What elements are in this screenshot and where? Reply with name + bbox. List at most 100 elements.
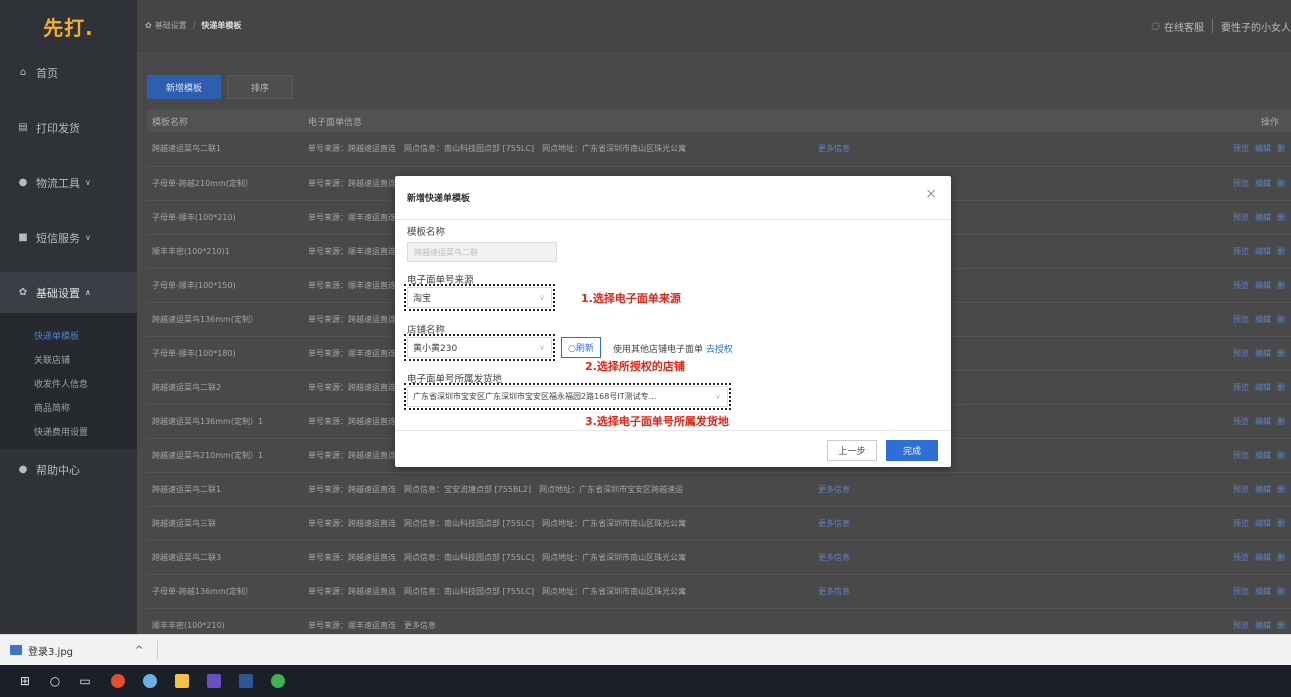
delete-link[interactable]: 删	[1277, 519, 1285, 528]
breadcrumb-current: 快递单模板	[201, 21, 242, 30]
template-name-cell: 跨越速运菜鸟210mm(定制）1	[147, 438, 303, 473]
delete-link[interactable]: 删	[1277, 281, 1285, 290]
sidebar-subitem-shops[interactable]: 关联店铺	[0, 347, 137, 371]
template-info-cell: 单号来源：跨越速运直连 网点信息：南山科技园点部 [755LC] 网点地址：广东…	[303, 540, 813, 575]
edit-link[interactable]: 编辑	[1255, 383, 1271, 392]
more-info-link[interactable]: 更多信息	[818, 587, 850, 596]
download-chevron[interactable]: ^	[135, 645, 143, 656]
delete-link[interactable]: 删	[1277, 213, 1285, 222]
edit-link[interactable]: 编辑	[1255, 144, 1271, 153]
more-info-link[interactable]: 更多信息	[818, 519, 850, 528]
preview-link[interactable]: 预览	[1233, 383, 1249, 392]
sidebar-item-sms[interactable]: ■ 短信服务 ∨	[0, 217, 137, 258]
edit-link[interactable]: 编辑	[1255, 485, 1271, 494]
operations-cell: 预览 编辑删	[1221, 574, 1291, 609]
edit-link[interactable]: 编辑	[1255, 417, 1271, 426]
edit-link[interactable]: 编辑	[1255, 587, 1271, 596]
edit-link[interactable]: 编辑	[1255, 519, 1271, 528]
preview-link[interactable]: 预览	[1233, 247, 1249, 256]
sidebar-item-help[interactable]: ● 帮助中心	[0, 449, 137, 490]
preview-link[interactable]: 预览	[1233, 315, 1249, 324]
sidebar-subitem-contacts[interactable]: 收发件人信息	[0, 371, 137, 395]
template-name-cell: 子母单-跨越210mm(定制）	[147, 166, 303, 201]
more-info-link[interactable]: 更多信息	[818, 144, 850, 153]
edit-link[interactable]: 编辑	[1255, 315, 1271, 324]
edit-link[interactable]: 编辑	[1255, 553, 1271, 562]
edit-link[interactable]: 编辑	[1255, 179, 1271, 188]
windows-start-icon[interactable]: ⊞	[12, 668, 38, 694]
delete-link[interactable]: 删	[1277, 621, 1285, 630]
delete-link[interactable]: 删	[1277, 417, 1285, 426]
operations-cell: 预览 编辑删	[1221, 472, 1291, 507]
sort-button[interactable]: 排序	[227, 75, 293, 99]
sidebar-item-print[interactable]: ▤ 打印发货	[0, 107, 137, 148]
edit-link[interactable]: 编辑	[1255, 281, 1271, 290]
edit-link[interactable]: 编辑	[1255, 451, 1271, 460]
sidebar-subitem-shipping-fees[interactable]: 快递费用设置	[0, 419, 137, 443]
more-info-link[interactable]: 更多信息	[818, 485, 850, 494]
close-icon[interactable]: ×	[925, 186, 937, 202]
task-view-icon[interactable]: ▭	[72, 668, 98, 694]
operations-cell: 预览 编辑删	[1221, 234, 1291, 269]
axure-icon[interactable]	[207, 674, 221, 688]
refresh-button[interactable]: ○刷新	[561, 337, 601, 358]
new-template-button[interactable]: 新增模板	[147, 75, 221, 99]
preview-link[interactable]: 预览	[1233, 349, 1249, 358]
preview-link[interactable]: 预览	[1233, 281, 1249, 290]
user-name[interactable]: 要性子的小女人	[1221, 19, 1291, 34]
edit-link[interactable]: 编辑	[1255, 213, 1271, 222]
wechat-icon[interactable]	[271, 674, 285, 688]
sidebar-item-home[interactable]: ⌂ 首页	[0, 52, 137, 93]
prev-step-button[interactable]: 上一步	[827, 440, 877, 461]
preview-link[interactable]: 预览	[1233, 519, 1249, 528]
preview-link[interactable]: 预览	[1233, 553, 1249, 562]
done-button[interactable]: 完成	[886, 440, 938, 461]
authorize-link[interactable]: 去授权	[706, 345, 733, 355]
preview-link[interactable]: 预览	[1233, 485, 1249, 494]
template-name-cell: 子母单-跨越136mm(定制）	[147, 574, 303, 609]
sidebar-item-logistics[interactable]: ● 物流工具 ∨	[0, 162, 137, 203]
preview-link[interactable]: 预览	[1233, 621, 1249, 630]
delete-link[interactable]: 删	[1277, 553, 1285, 562]
online-service-link[interactable]: 在线客服	[1164, 19, 1204, 34]
preview-link[interactable]: 预览	[1233, 213, 1249, 222]
more-info-link[interactable]: 更多信息	[818, 553, 850, 562]
word-icon[interactable]	[239, 674, 253, 688]
shop-select[interactable]: 黄小黄230 ∨	[407, 337, 552, 358]
address-select[interactable]: 广东省深圳市宝安区广东深圳市宝安区福永福园2路168号IT测试专... ∨	[407, 386, 728, 407]
browser-icon[interactable]	[143, 674, 157, 688]
sidebar-subitem-templates[interactable]: 快递单模板	[0, 323, 137, 347]
edit-link[interactable]: 编辑	[1255, 349, 1271, 358]
delete-link[interactable]: 删	[1277, 383, 1285, 392]
preview-link[interactable]: 预览	[1233, 451, 1249, 460]
preview-link[interactable]: 预览	[1233, 179, 1249, 188]
delete-link[interactable]: 删	[1277, 179, 1285, 188]
delete-link[interactable]: 删	[1277, 247, 1285, 256]
preview-link[interactable]: 预览	[1233, 587, 1249, 596]
edit-link[interactable]: 编辑	[1255, 621, 1271, 630]
preview-link[interactable]: 预览	[1233, 144, 1249, 153]
delete-link[interactable]: 删	[1277, 315, 1285, 324]
chrome-icon[interactable]	[111, 674, 125, 688]
more-info-cell: 更多信息	[813, 132, 1221, 167]
folder-icon[interactable]	[175, 674, 189, 688]
edit-link[interactable]: 编辑	[1255, 247, 1271, 256]
operations-cell: 预览 编辑删	[1221, 302, 1291, 337]
breadcrumb: ✿ 基础设置 / 快递单模板	[145, 20, 241, 31]
template-name-input[interactable]: 跨越速运菜鸟二联	[407, 242, 557, 262]
sidebar-subitem-product-names[interactable]: 商品简称	[0, 395, 137, 419]
sidebar-item-label: 基础设置	[36, 286, 80, 300]
source-select[interactable]: 淘宝 ∨	[407, 287, 552, 308]
delete-link[interactable]: 删	[1277, 485, 1285, 494]
download-file-name[interactable]: 登录3.jpg	[28, 643, 73, 658]
delete-link[interactable]: 删	[1277, 144, 1285, 153]
delete-link[interactable]: 删	[1277, 587, 1285, 596]
breadcrumb-root[interactable]: 基础设置	[155, 20, 187, 31]
sidebar-item-settings[interactable]: ✿ 基础设置 ∧	[0, 272, 137, 313]
image-file-icon	[10, 645, 22, 655]
app-logo[interactable]: 先打.	[0, 0, 137, 52]
preview-link[interactable]: 预览	[1233, 417, 1249, 426]
search-icon[interactable]: ○	[42, 668, 68, 694]
delete-link[interactable]: 删	[1277, 451, 1285, 460]
delete-link[interactable]: 删	[1277, 349, 1285, 358]
